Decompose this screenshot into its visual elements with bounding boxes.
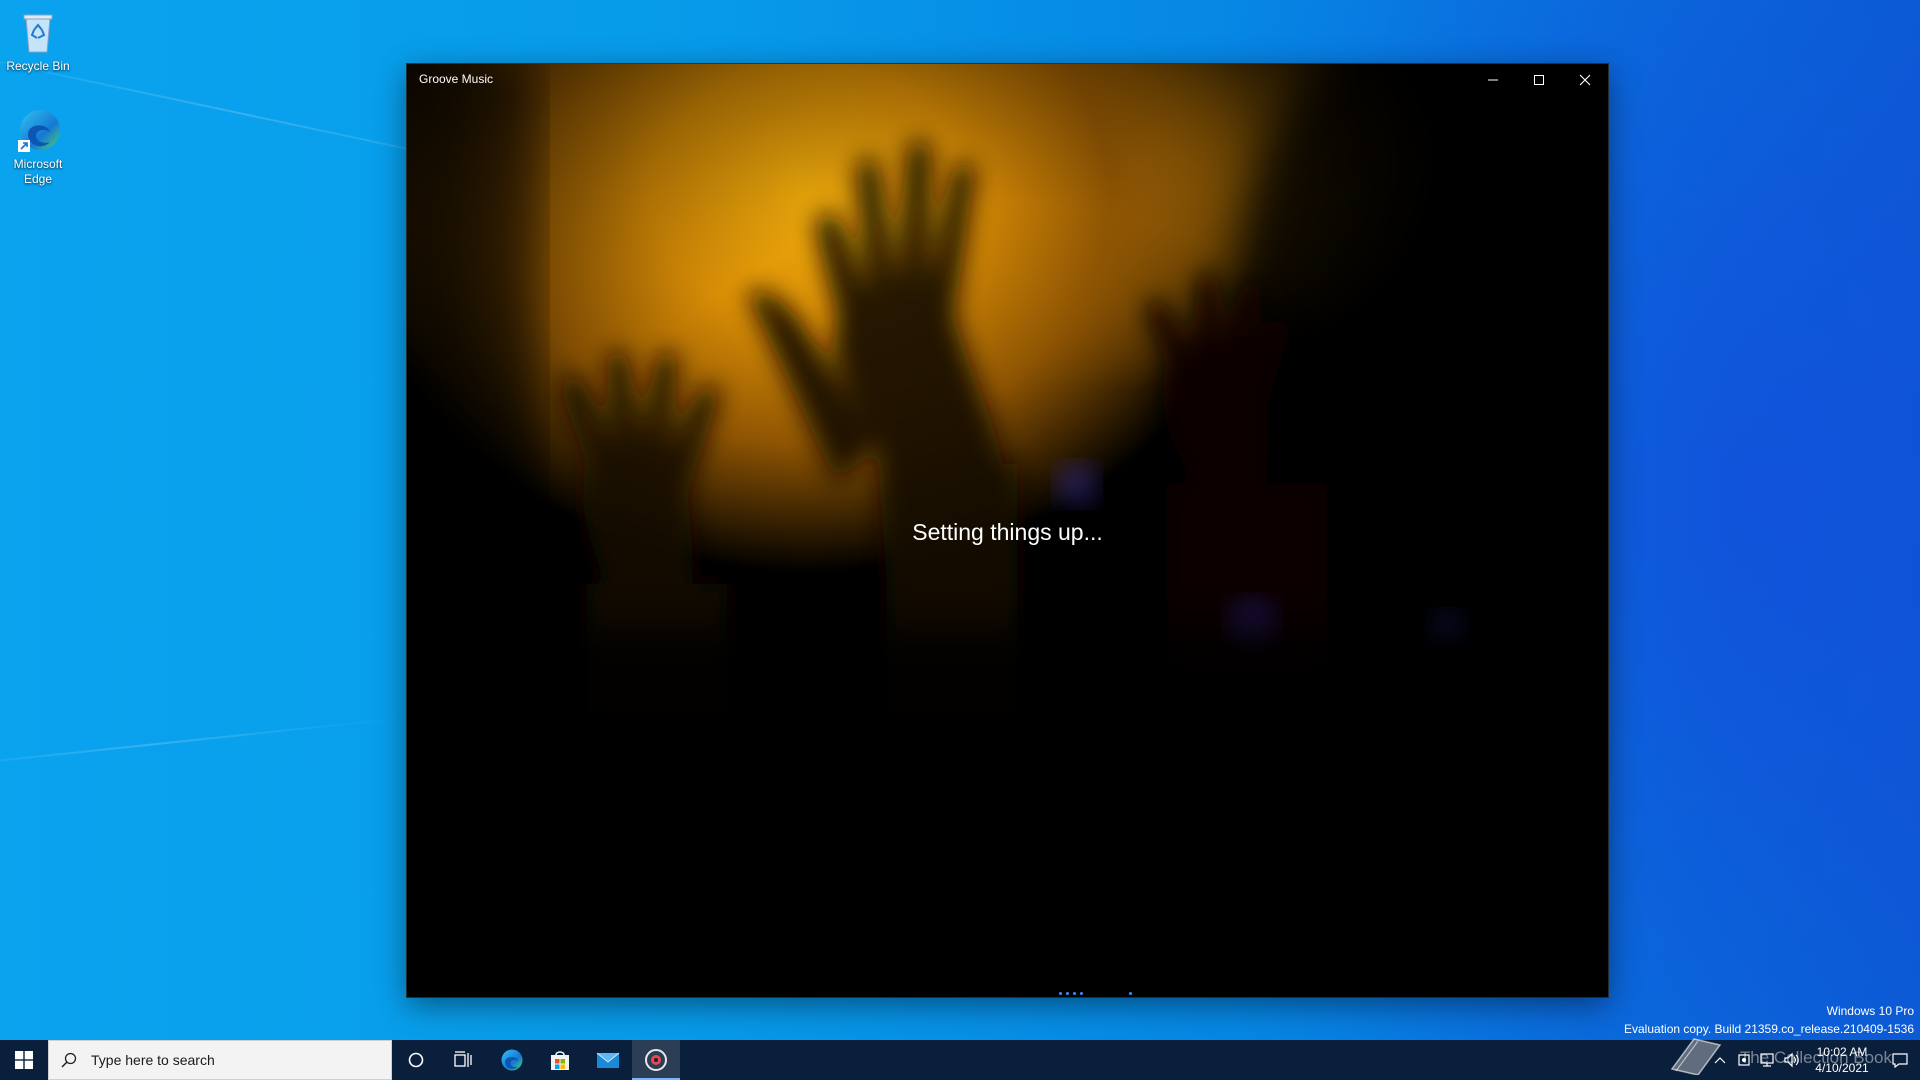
minimize-button[interactable] [1470, 64, 1516, 96]
show-hidden-icons-button[interactable] [1708, 1040, 1732, 1080]
close-button[interactable] [1562, 64, 1608, 96]
desktop-icon-recycle-bin[interactable]: Recycle Bin [0, 8, 76, 74]
action-center-button[interactable] [1880, 1040, 1920, 1080]
progress-dot [1066, 992, 1069, 995]
desktop-icon-microsoft-edge[interactable]: Microsoft Edge [0, 106, 76, 187]
taskbar-groove-music-button[interactable] [632, 1040, 680, 1080]
network-button[interactable] [1756, 1040, 1780, 1080]
search-input[interactable] [89, 1051, 373, 1069]
desktop-icon-label: Microsoft Edge [13, 157, 63, 186]
edge-icon [501, 1049, 523, 1071]
store-icon [551, 1051, 569, 1070]
windows-watermark: Windows 10 Pro Evaluation copy. Build 21… [1624, 1002, 1914, 1038]
edge-icon [14, 106, 62, 154]
task-view-icon [454, 1051, 472, 1067]
desktop: Recycle Bin Microsoft Edge Groove Music … [0, 0, 1920, 1080]
groove-music-icon [645, 1049, 667, 1071]
desktop-icon-label: Recycle Bin [6, 59, 70, 73]
chevron-up-icon [1714, 1057, 1726, 1064]
taskbar-store-button[interactable] [536, 1040, 584, 1080]
window-title: Groove Music [419, 72, 494, 86]
clock-date: 4/10/2021 [1815, 1061, 1869, 1075]
windows-logo-icon [15, 1051, 33, 1069]
progress-dot [1059, 992, 1062, 995]
minimize-icon [1488, 79, 1498, 81]
clock-time: 10:02 AM [1816, 1045, 1868, 1059]
volume-button[interactable] [1780, 1040, 1804, 1080]
progress-dot [1080, 992, 1083, 995]
maximize-icon [1534, 75, 1544, 85]
progress-indicator [407, 992, 1608, 996]
start-button[interactable] [0, 1040, 48, 1080]
search-icon [61, 1052, 77, 1068]
onedrive-button[interactable] [1732, 1040, 1756, 1080]
cortana-circle-icon [408, 1052, 424, 1068]
groove-music-window: Groove Music Setting things up... [407, 64, 1608, 997]
taskbar-search-box[interactable] [48, 1040, 392, 1080]
watermark-edition: Windows 10 Pro [1826, 1004, 1914, 1018]
close-icon [1579, 74, 1591, 86]
cortana-button[interactable] [392, 1040, 440, 1080]
task-view-button[interactable] [440, 1040, 488, 1080]
recycle-bin-icon [14, 8, 62, 56]
taskbar-edge-button[interactable] [488, 1040, 536, 1080]
progress-dot [1129, 992, 1132, 995]
watermark-build: Evaluation copy. Build 21359.co_release.… [1624, 1022, 1914, 1036]
volume-icon [1784, 1052, 1799, 1068]
settings-sync-icon [1738, 1054, 1750, 1066]
title-bar[interactable]: Groove Music [407, 64, 1608, 96]
notification-icon [1892, 1053, 1908, 1068]
loading-status-text: Setting things up... [912, 519, 1103, 545]
progress-dot [1073, 992, 1076, 995]
taskbar: 10:02 AM 4/10/2021 The Collection Book [0, 1038, 1920, 1080]
mail-icon [596, 1052, 620, 1068]
network-icon [1760, 1053, 1774, 1067]
maximize-button[interactable] [1516, 64, 1562, 96]
taskbar-clock[interactable]: 10:02 AM 4/10/2021 [1804, 1044, 1880, 1076]
system-tray: 10:02 AM 4/10/2021 The Collection Book [1670, 1038, 1920, 1080]
wallpaper-light-streak [0, 717, 398, 772]
taskbar-mail-button[interactable] [584, 1040, 632, 1080]
